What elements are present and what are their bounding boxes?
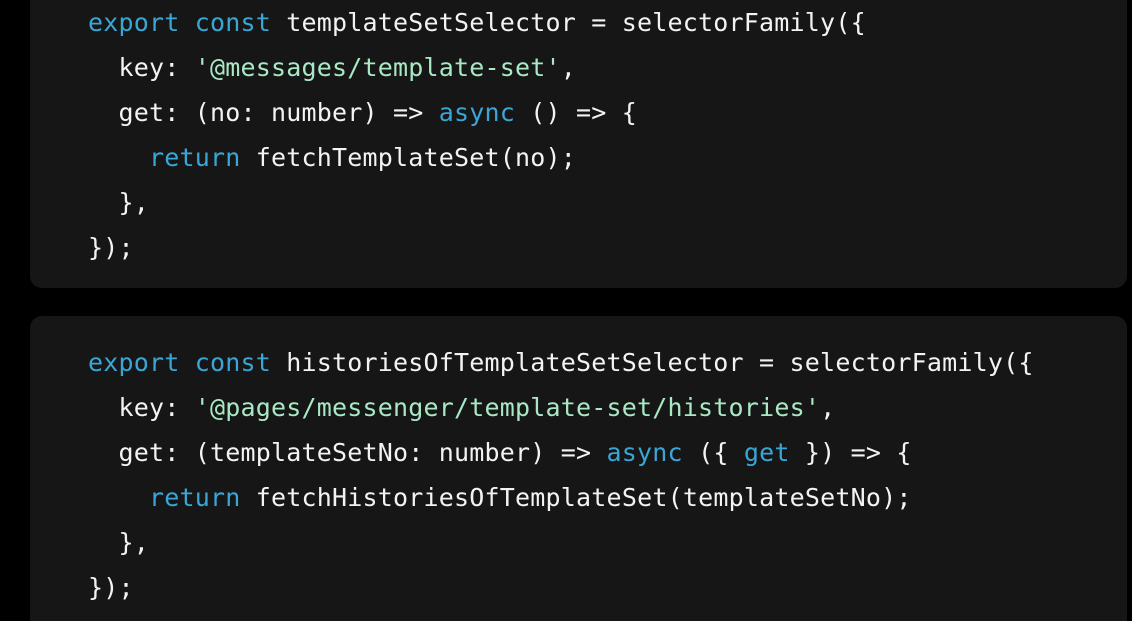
code-text: }, [88,188,150,217]
code-text: get: (templateSetNo: number) => [88,438,607,467]
code-line: get: (no: number) => async () => { [88,98,637,128]
code-text: , [820,393,836,422]
code-block-histories-selector: export const historiesOfTemplateSetSelec… [30,316,1127,621]
code-line: key: '@pages/messenger/template-set/hist… [88,393,836,423]
code-text: () => { [515,98,638,127]
code-keyword: return [149,483,241,512]
code-text: , [560,53,577,82]
code-line: return fetchHistoriesOfTemplateSet(templ… [88,483,912,513]
code-text: get: (no: number) => [88,98,439,127]
code-text: }) => { [789,438,912,467]
code-text: }); [88,573,134,602]
code-text: key: [88,53,195,82]
code-line: export const templateSetSelector = selec… [88,8,866,38]
code-string: '@pages/messenger/template-set/histories… [194,393,821,422]
code-text: fetchTemplateSet(no); [240,143,577,172]
code-text: key: [88,393,195,422]
code-keyword: export const [88,348,272,377]
code-keyword: get [743,438,790,467]
code-line: export const historiesOfTemplateSetSelec… [88,348,1034,378]
code-keyword: async [606,438,683,467]
page: export const templateSetSelector = selec… [0,0,1132,621]
code-text: }, [88,528,150,557]
code-text: }); [88,233,134,262]
code-line: }, [88,528,149,558]
code-line: }, [88,188,149,218]
code-text: historiesOfTemplateSetSelector = selecto… [271,348,1034,377]
code-line: key: '@messages/template-set', [88,53,576,83]
code-line: }); [88,573,134,603]
code-block-template-set-selector: export const templateSetSelector = selec… [30,0,1127,288]
code-text: templateSetSelector = selectorFamily({ [271,8,866,37]
code-line: get: (templateSetNo: number) => async ({… [88,438,912,468]
code-keyword: export const [88,8,272,37]
code-line: }); [88,233,134,263]
code-text: ({ [682,438,744,467]
code-line: return fetchTemplateSet(no); [88,143,576,173]
code-string: '@messages/template-set' [194,53,561,82]
code-keyword: return [149,143,241,172]
code-text: fetchHistoriesOfTemplateSet(templateSetN… [240,483,912,512]
code-keyword: async [438,98,516,127]
